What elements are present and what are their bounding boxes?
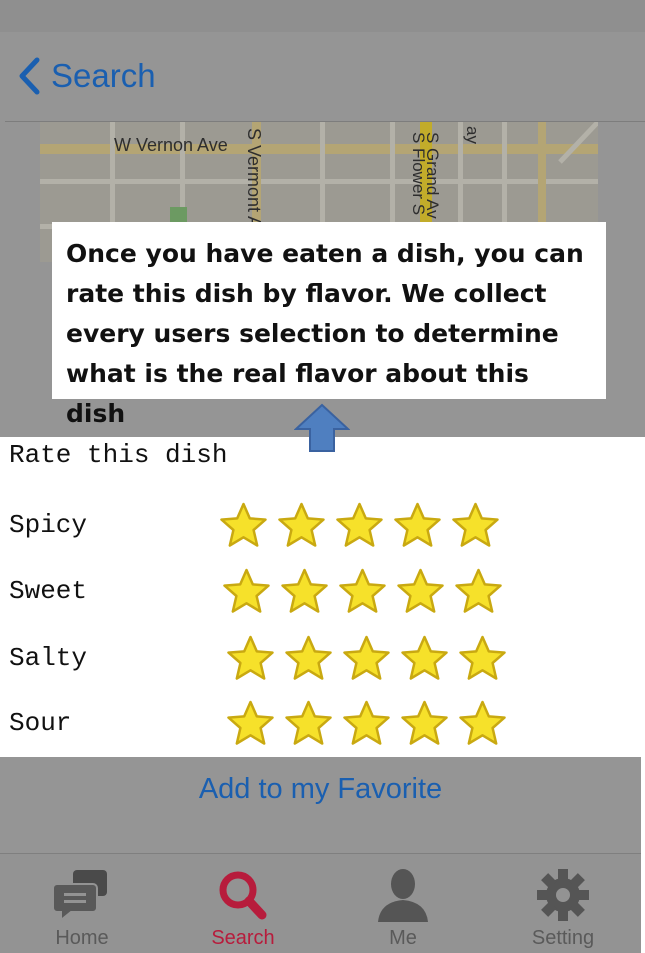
- star-icon[interactable]: [342, 635, 391, 681]
- chat-bubbles-icon: [52, 870, 107, 923]
- gear-icon: [537, 869, 589, 921]
- tutorial-tooltip: Once you have eaten a dish, you can rate…: [52, 222, 606, 428]
- star-rating: [219, 502, 500, 548]
- flavor-rating-row-salty: Salty: [0, 635, 645, 685]
- tab-me-label: Me: [389, 927, 417, 949]
- star-icon[interactable]: [396, 568, 445, 614]
- person-icon: [378, 869, 428, 922]
- street-label-flower: S Flower S: [409, 132, 428, 216]
- star-icon[interactable]: [284, 635, 333, 681]
- flavor-label: Sweet: [9, 576, 88, 606]
- star-icon[interactable]: [342, 700, 391, 746]
- street-label-vernon: W Vernon Ave: [114, 135, 228, 155]
- navigation-bar: Search: [5, 32, 645, 122]
- tab-search[interactable]: Search: [163, 854, 323, 953]
- rate-dish-title: Rate this dish: [9, 440, 228, 470]
- tab-home-label: Home: [55, 927, 109, 949]
- star-icon[interactable]: [454, 568, 503, 614]
- street-label-ay: ay: [463, 126, 482, 144]
- star-icon[interactable]: [226, 635, 275, 681]
- status-bar: [0, 0, 645, 32]
- up-arrow-icon: [294, 403, 350, 452]
- tab-home[interactable]: Home: [2, 854, 162, 953]
- star-rating: [226, 700, 507, 746]
- flavor-label: Spicy: [9, 510, 88, 540]
- tab-bar: Home Search Me Setting: [0, 854, 641, 953]
- tab-me[interactable]: Me: [323, 854, 483, 953]
- star-icon[interactable]: [338, 568, 387, 614]
- star-icon[interactable]: [284, 700, 333, 746]
- chevron-left-icon: [19, 57, 40, 95]
- star-rating: [226, 635, 507, 681]
- back-button[interactable]: Search: [17, 54, 156, 98]
- back-button-label: Search: [51, 57, 156, 94]
- flavor-label: Salty: [9, 643, 88, 673]
- star-rating: [222, 568, 503, 614]
- flavor-rating-row-spicy: Spicy: [0, 502, 645, 552]
- search-icon: [219, 871, 267, 920]
- tab-setting[interactable]: Setting: [483, 854, 643, 953]
- star-icon[interactable]: [226, 700, 275, 746]
- flavor-rating-row-sour: Sour: [0, 700, 645, 750]
- star-icon[interactable]: [219, 502, 268, 548]
- tab-search-label: Search: [211, 927, 275, 949]
- tab-setting-label: Setting: [531, 927, 595, 949]
- star-icon[interactable]: [277, 502, 326, 548]
- star-icon[interactable]: [335, 502, 384, 548]
- flavor-label: Sour: [9, 708, 72, 738]
- star-icon[interactable]: [458, 700, 507, 746]
- star-icon[interactable]: [222, 568, 271, 614]
- add-to-favorite-button[interactable]: Add to my Favorite: [0, 773, 641, 806]
- star-icon[interactable]: [400, 700, 449, 746]
- star-icon[interactable]: [393, 502, 442, 548]
- star-icon[interactable]: [280, 568, 329, 614]
- star-icon[interactable]: [400, 635, 449, 681]
- favorite-bar: Add to my Favorite: [0, 757, 641, 854]
- flavor-rating-row-sweet: Sweet: [0, 568, 645, 618]
- street-label-vermont: S Vermont A: [244, 128, 264, 229]
- star-icon[interactable]: [458, 635, 507, 681]
- star-icon[interactable]: [451, 502, 500, 548]
